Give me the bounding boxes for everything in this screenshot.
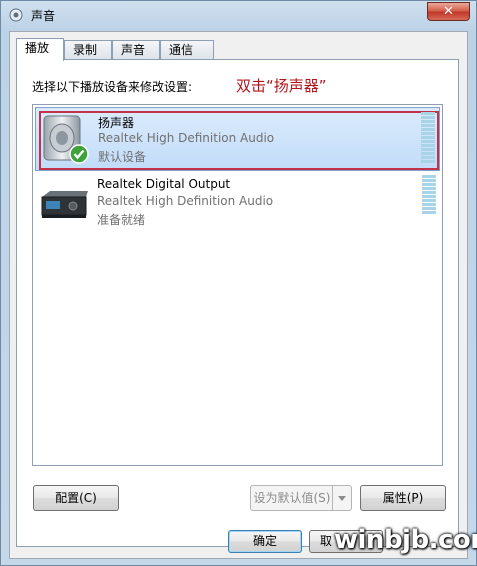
sound-dialog: 声音 ✕ 播放 录制 声音 通信 选择以下播放设备来修改设置: 双击“扬声器” — [0, 0, 477, 566]
set-default-label: 设为默认值(S) — [253, 491, 331, 505]
chevron-down-icon[interactable] — [332, 486, 351, 510]
device-name: Realtek Digital Output — [97, 177, 231, 191]
volume-meter — [421, 112, 435, 166]
sound-app-icon — [9, 8, 23, 22]
device-description: Realtek High Definition Audio — [98, 131, 275, 145]
annotation-text: 双击“扬声器” — [236, 77, 327, 95]
window-title: 声音 — [31, 9, 56, 23]
playback-device-list[interactable]: 扬声器 Realtek High Definition Audio 默认设备 R… — [32, 104, 443, 466]
digital-output-icon — [41, 191, 88, 218]
title-bar[interactable]: 声音 ✕ — [1, 1, 476, 29]
device-status: 准备就绪 — [97, 213, 146, 227]
playback-panel: 选择以下播放设备来修改设置: 双击“扬声器” 扬声器 Realtek High … — [16, 59, 459, 547]
dialog-client-area: 播放 录制 声音 通信 选择以下播放设备来修改设置: 双击“扬声器” 扬声器 R… — [9, 31, 468, 559]
device-item-speaker[interactable]: 扬声器 Realtek High Definition Audio 默认设备 — [35, 107, 440, 171]
watermark: winbjb.com — [334, 525, 477, 555]
device-status: 默认设备 — [98, 150, 147, 164]
tab-playback[interactable]: 播放 — [16, 38, 64, 61]
volume-meter — [422, 175, 436, 229]
close-button[interactable]: ✕ — [427, 2, 470, 21]
properties-button[interactable]: 属性(P) — [360, 485, 446, 511]
tab-recording[interactable]: 录制 — [64, 40, 112, 59]
configure-button[interactable]: 配置(C) — [33, 485, 119, 511]
tab-sounds[interactable]: 声音 — [112, 40, 160, 59]
device-name: 扬声器 — [98, 116, 135, 130]
instruction-text: 选择以下播放设备来修改设置: — [32, 80, 193, 94]
tab-communications[interactable]: 通信 — [160, 40, 214, 59]
ok-button[interactable]: 确定 — [228, 530, 302, 553]
device-item-digital-output[interactable]: Realtek Digital Output Realtek High Defi… — [35, 171, 440, 235]
set-default-button[interactable]: 设为默认值(S) — [250, 485, 352, 511]
device-description: Realtek High Definition Audio — [97, 194, 274, 208]
speaker-icon — [43, 115, 89, 164]
